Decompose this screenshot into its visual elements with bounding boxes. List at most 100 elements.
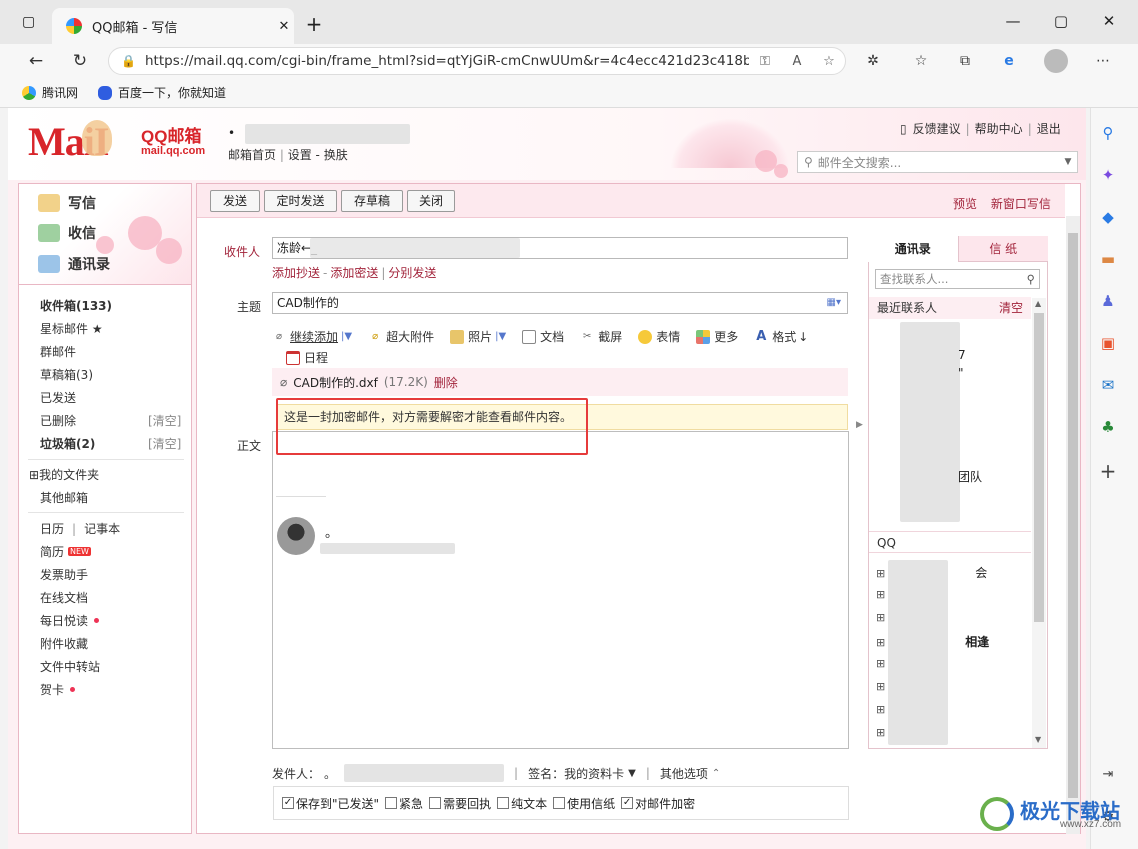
folder-spam[interactable]: 垃圾箱(2) [清空] [40, 435, 185, 452]
preview-link[interactable]: 预览 [953, 197, 977, 211]
other-mailbox[interactable]: 其他邮箱 [40, 489, 88, 506]
contact-group[interactable]: ⊞ [876, 702, 893, 716]
lock-icon[interactable]: 🔒 [121, 54, 136, 68]
checkbox-checked[interactable]: ✓ [621, 797, 634, 809]
qq-contacts-header[interactable]: QQ [869, 531, 1031, 553]
option-save-sent[interactable]: ✓ 保存到"已发送" [282, 795, 379, 812]
tools-icon[interactable]: ▬ [1097, 248, 1119, 270]
logout-link[interactable]: 退出 [1037, 120, 1061, 137]
expand-icon[interactable]: ⊞ [876, 726, 885, 739]
scroll-up-icon[interactable]: ▲ [1035, 299, 1041, 308]
option-urgent[interactable]: 紧急 [385, 795, 423, 812]
folder-drafts[interactable]: 草稿箱(3) [40, 366, 93, 383]
expand-icon[interactable]: ⊞ [876, 680, 885, 693]
contact-group[interactable]: ⊞ [876, 725, 893, 739]
contact-group[interactable]: ⊞ 相逢 [876, 633, 989, 650]
emoji-button[interactable]: 表情 [638, 328, 680, 345]
subject-style-icon[interactable]: ▦▾ [827, 293, 841, 313]
shopping-tag-icon[interactable]: ◆ [1097, 206, 1119, 228]
contacts-nav[interactable]: 通讯录 [38, 254, 110, 274]
add-favorite-icon[interactable]: ☆ [813, 54, 845, 69]
tab-contacts[interactable]: 通讯录 [868, 236, 958, 262]
add-bcc-link[interactable]: 添加密送 [330, 266, 378, 280]
folder-starred[interactable]: 星标邮件 ★ [40, 320, 103, 337]
password-key-icon[interactable]: ⚿ [749, 54, 781, 69]
mobile-icon[interactable]: ▯ [900, 122, 907, 136]
tab-actions-icon[interactable]: ▢ [22, 14, 42, 34]
settings-link[interactable]: 设置 [288, 148, 312, 162]
expand-icon[interactable]: ⊞ [876, 636, 885, 649]
mail-search-box[interactable]: ⚲ 邮件全文搜索... ▼ [797, 151, 1078, 173]
inbox-receive-nav[interactable]: 收信 [38, 223, 96, 243]
large-attachment-button[interactable]: ⌀ 超大附件 [368, 328, 434, 345]
expand-icon[interactable]: ⊞ [876, 657, 885, 670]
contact-group[interactable]: ⊞ [876, 610, 893, 624]
chevron-down-icon[interactable]: ▼ [1059, 157, 1077, 167]
copilot-icon[interactable]: ✦ [1097, 164, 1119, 186]
checkbox-checked[interactable]: ✓ [282, 797, 294, 809]
schedule-button[interactable]: 日程 [286, 349, 328, 366]
search-icon[interactable]: ⚲ [1027, 270, 1035, 288]
qq-mail-logo[interactable]: MaiI QQ邮箱 mail.qq.com [28, 118, 218, 164]
contact-item[interactable]: " [958, 366, 964, 380]
other-options-link[interactable]: 其他选项 [660, 765, 708, 782]
address-bar[interactable]: 🔒 https://mail.qq.com/cgi-bin/frame_html… [108, 47, 846, 75]
close-window-icon[interactable]: ✕ [1086, 6, 1132, 36]
search-placeholder[interactable]: 邮件全文搜索... [818, 154, 1059, 171]
contact-item[interactable]: 7 [958, 348, 966, 362]
contact-group[interactable]: ⊞ [876, 587, 893, 601]
option-receipt[interactable]: 需要回执 [429, 795, 491, 812]
page-scroll-thumb[interactable] [1068, 233, 1078, 798]
skin-link[interactable]: 换肤 [324, 148, 348, 162]
screenshot-button[interactable]: ✂ 截屏 [580, 328, 622, 345]
new-tab-icon[interactable]: + [302, 12, 326, 36]
chevron-down-icon[interactable]: ▼ [628, 768, 636, 779]
online-docs-link[interactable]: 在线文档 [40, 589, 88, 606]
expand-icon[interactable]: ⊞ [876, 611, 885, 624]
collapse-panel-icon[interactable]: ▶ [856, 420, 863, 430]
extensions-icon[interactable]: ✲ [856, 47, 890, 75]
more-button[interactable]: 更多 [696, 328, 738, 345]
folder-deleted[interactable]: 已删除 [清空] [40, 412, 185, 429]
separate-send-link[interactable]: 分别发送 [388, 266, 436, 280]
daily-reading-link[interactable]: 每日悦读 [40, 612, 100, 629]
compose-nav[interactable]: 写信 [38, 193, 96, 213]
folder-group[interactable]: 群邮件 [40, 343, 76, 360]
resume-link[interactable]: 简历 NEW [40, 543, 91, 560]
search-icon[interactable]: ⚲ [1097, 122, 1119, 144]
expand-icon[interactable]: ⊞ [876, 588, 885, 601]
contact-search-input[interactable]: 查找联系人... ⚲ [875, 269, 1040, 289]
sidebar-collapse-icon[interactable]: ⇥ [1097, 764, 1119, 786]
url-text[interactable]: https://mail.qq.com/cgi-bin/frame_html?s… [145, 53, 749, 69]
contact-group[interactable]: ⊞ [876, 656, 893, 670]
contact-group[interactable]: ⊞ [876, 679, 893, 693]
tab-stationery[interactable]: 信 纸 [957, 236, 1048, 262]
folder-inbox[interactable]: 收件箱(133) [40, 297, 112, 314]
contact-group[interactable]: ⊞ 会 [876, 564, 987, 581]
checkbox[interactable] [429, 797, 442, 809]
calendar-link[interactable]: 日历 | 记事本 [40, 520, 120, 537]
option-stationery[interactable]: 使用信纸 [553, 795, 615, 812]
minimize-icon[interactable]: — [990, 6, 1036, 36]
timed-send-button[interactable]: 定时发送 [264, 190, 337, 212]
help-link[interactable]: 帮助中心 [975, 120, 1023, 137]
office-icon[interactable]: ▣ [1097, 332, 1119, 354]
add-cc-link[interactable]: 添加抄送 [272, 266, 320, 280]
browser-tab[interactable]: QQ邮箱 - 写信 ✕ [52, 8, 294, 44]
checkbox[interactable] [497, 797, 510, 809]
tree-icon[interactable]: ♣ [1097, 416, 1119, 438]
expand-icon[interactable]: ⊞ [876, 703, 885, 716]
home-link[interactable]: 邮箱首页 [228, 148, 276, 162]
contact-item[interactable]: 团队 [958, 468, 982, 485]
read-aloud-icon[interactable]: A [781, 54, 813, 69]
checkbox[interactable] [385, 797, 398, 809]
sender-redacted[interactable] [344, 764, 505, 782]
profile-avatar[interactable] [1044, 49, 1068, 73]
subject-field[interactable]: CAD制作的 ▦▾ [272, 292, 848, 314]
collections-icon[interactable]: ⧉ [948, 47, 982, 75]
close-tab-icon[interactable]: ✕ [274, 19, 294, 34]
delete-attachment-link[interactable]: 删除 [434, 374, 458, 391]
scroll-down-icon[interactable]: ▼ [1035, 735, 1041, 744]
file-transfer-link[interactable]: 文件中转站 [40, 658, 100, 675]
to-label[interactable]: 收件人 [224, 243, 260, 260]
